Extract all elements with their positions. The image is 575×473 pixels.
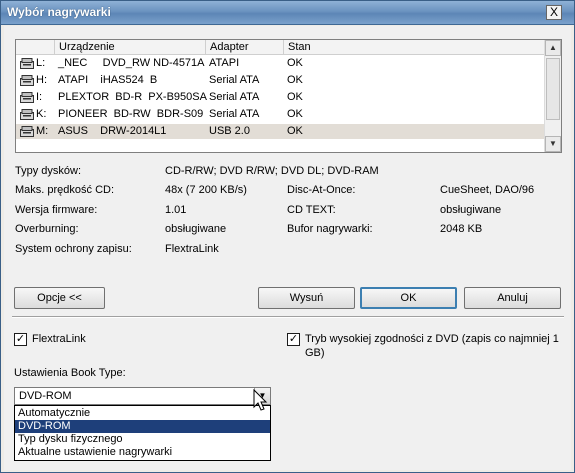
drive-row[interactable]: L: _NEC DVD_RW ND-4571A ATAPI OK <box>16 56 544 71</box>
dao-value: CueSheet, DAO/96 <box>440 184 535 196</box>
disc-types-label: Typy dysków: <box>15 165 82 177</box>
buffer-value: 2048 KB <box>440 223 483 235</box>
dvd-compat-label[interactable]: Tryb wysokiej zgodności z DVD (zapis co … <box>305 333 559 345</box>
overburning-value: obsługiwane <box>165 223 227 235</box>
max-speed-value: 48x (7 200 KB/s) <box>165 184 247 196</box>
column-header-status[interactable]: Stan <box>284 40 544 55</box>
cdtext-value: obsługiwane <box>440 204 502 216</box>
drive-row[interactable]: M: ASUS DRW-2014L1 USB 2.0 OK <box>16 124 544 139</box>
book-type-selected-value: DVD-ROM <box>19 390 72 402</box>
drive-row[interactable]: I: PLEXTOR BD-R PX-B950SA Serial ATA OK <box>16 90 544 105</box>
drive-icon <box>20 92 34 103</box>
dao-label: Disc-At-Once: <box>287 184 356 196</box>
drive-letter: K: <box>36 108 47 120</box>
drive-icon <box>20 75 34 86</box>
drive-row[interactable]: H: ATAPI iHAS524 B Serial ATA OK <box>16 73 544 88</box>
drive-adapter: USB 2.0 <box>209 125 250 137</box>
close-button[interactable]: X <box>546 5 562 20</box>
drive-status: OK <box>287 125 303 137</box>
dialog-content: Urządzenie Adapter Stan L: _NEC DVD_RW ND… <box>4 26 571 470</box>
drive-letter: M: <box>36 125 49 137</box>
dvd-compat-label-continued[interactable]: GB) <box>305 347 325 359</box>
max-speed-label: Maks. prędkość CD: <box>15 184 115 196</box>
overburning-label: Overburning: <box>15 223 79 235</box>
drive-device: ATAPI iHAS524 B <box>58 74 158 86</box>
drive-adapter: Serial ATA <box>209 74 260 86</box>
book-type-label: Ustawienia Book Type: <box>14 367 126 379</box>
book-type-option-auto[interactable]: Automatycznie <box>15 407 270 420</box>
section-divider <box>12 316 564 318</box>
firmware-label: Wersja firmware: <box>15 204 98 216</box>
drive-list-scrollbar[interactable]: ▲ ▼ <box>544 40 561 152</box>
drive-device: _NEC DVD_RW ND-4571A <box>58 57 205 69</box>
column-header-adapter[interactable]: Adapter <box>206 40 284 55</box>
flextralink-label[interactable]: FlextraLink <box>32 333 86 345</box>
flextralink-checkbox[interactable]: ✓ <box>14 333 27 346</box>
eject-button[interactable]: Wysuń <box>258 287 355 309</box>
scroll-thumb[interactable] <box>546 58 560 120</box>
ok-button[interactable]: OK <box>360 287 457 309</box>
drive-row[interactable]: K: PIONEER BD-RW BDR-S09 Serial ATA OK <box>16 107 544 122</box>
cdtext-label: CD TEXT: <box>287 204 336 216</box>
drive-status: OK <box>287 57 303 69</box>
book-type-option-dvd-rom[interactable]: DVD-ROM <box>15 420 270 433</box>
header-spacer <box>16 40 55 55</box>
scroll-down-button[interactable]: ▼ <box>545 136 561 152</box>
protection-value: FlextraLink <box>165 243 219 255</box>
drive-icon <box>20 58 34 69</box>
protection-label: System ochrony zapisu: <box>15 243 132 255</box>
options-button[interactable]: Opcje << <box>14 287 105 309</box>
drive-status: OK <box>287 91 303 103</box>
disc-types-value: CD-R/RW; DVD R/RW; DVD DL; DVD-RAM <box>165 165 379 177</box>
mouse-cursor-icon <box>253 389 268 411</box>
window-title: Wybór nagrywarki <box>7 5 111 19</box>
drive-icon <box>20 126 34 137</box>
drive-adapter: Serial ATA <box>209 91 260 103</box>
drive-list[interactable]: Urządzenie Adapter Stan L: _NEC DVD_RW ND… <box>15 39 562 153</box>
drive-list-header: Urządzenie Adapter Stan <box>16 40 544 55</box>
drive-letter: L: <box>36 57 46 69</box>
drive-status: OK <box>287 108 303 120</box>
drive-letter: I: <box>36 91 43 103</box>
book-type-select[interactable]: DVD-ROM ▼ <box>14 387 271 405</box>
book-type-dropdown-list[interactable]: Automatycznie DVD-ROM Typ dysku fizyczne… <box>14 405 271 461</box>
dvd-compat-checkbox[interactable]: ✓ <box>287 333 300 346</box>
drive-device: PLEXTOR BD-R PX-B950SA <box>58 91 207 103</box>
book-type-option-current[interactable]: Aktualne ustawienie nagrywarki <box>15 446 270 459</box>
recorder-selection-dialog: Wybór nagrywarki X Urządzenie Adapter St… <box>0 0 575 473</box>
column-header-device[interactable]: Urządzenie <box>55 40 206 55</box>
drive-letter: H: <box>36 74 47 86</box>
cancel-button[interactable]: Anuluj <box>464 287 561 309</box>
drive-adapter: ATAPI <box>209 57 240 69</box>
drive-adapter: Serial ATA <box>209 108 260 120</box>
drive-icon <box>20 109 34 120</box>
book-type-option-physical[interactable]: Typ dysku fizycznego <box>15 433 270 446</box>
drive-status: OK <box>287 74 303 86</box>
buffer-label: Bufor nagrywarki: <box>287 223 373 235</box>
drive-device: PIONEER BD-RW BDR-S09 <box>58 108 204 120</box>
scroll-up-button[interactable]: ▲ <box>545 40 561 56</box>
drive-device: ASUS DRW-2014L1 <box>58 125 167 137</box>
firmware-value: 1.01 <box>165 204 187 216</box>
title-bar[interactable]: Wybór nagrywarki X <box>1 1 574 25</box>
